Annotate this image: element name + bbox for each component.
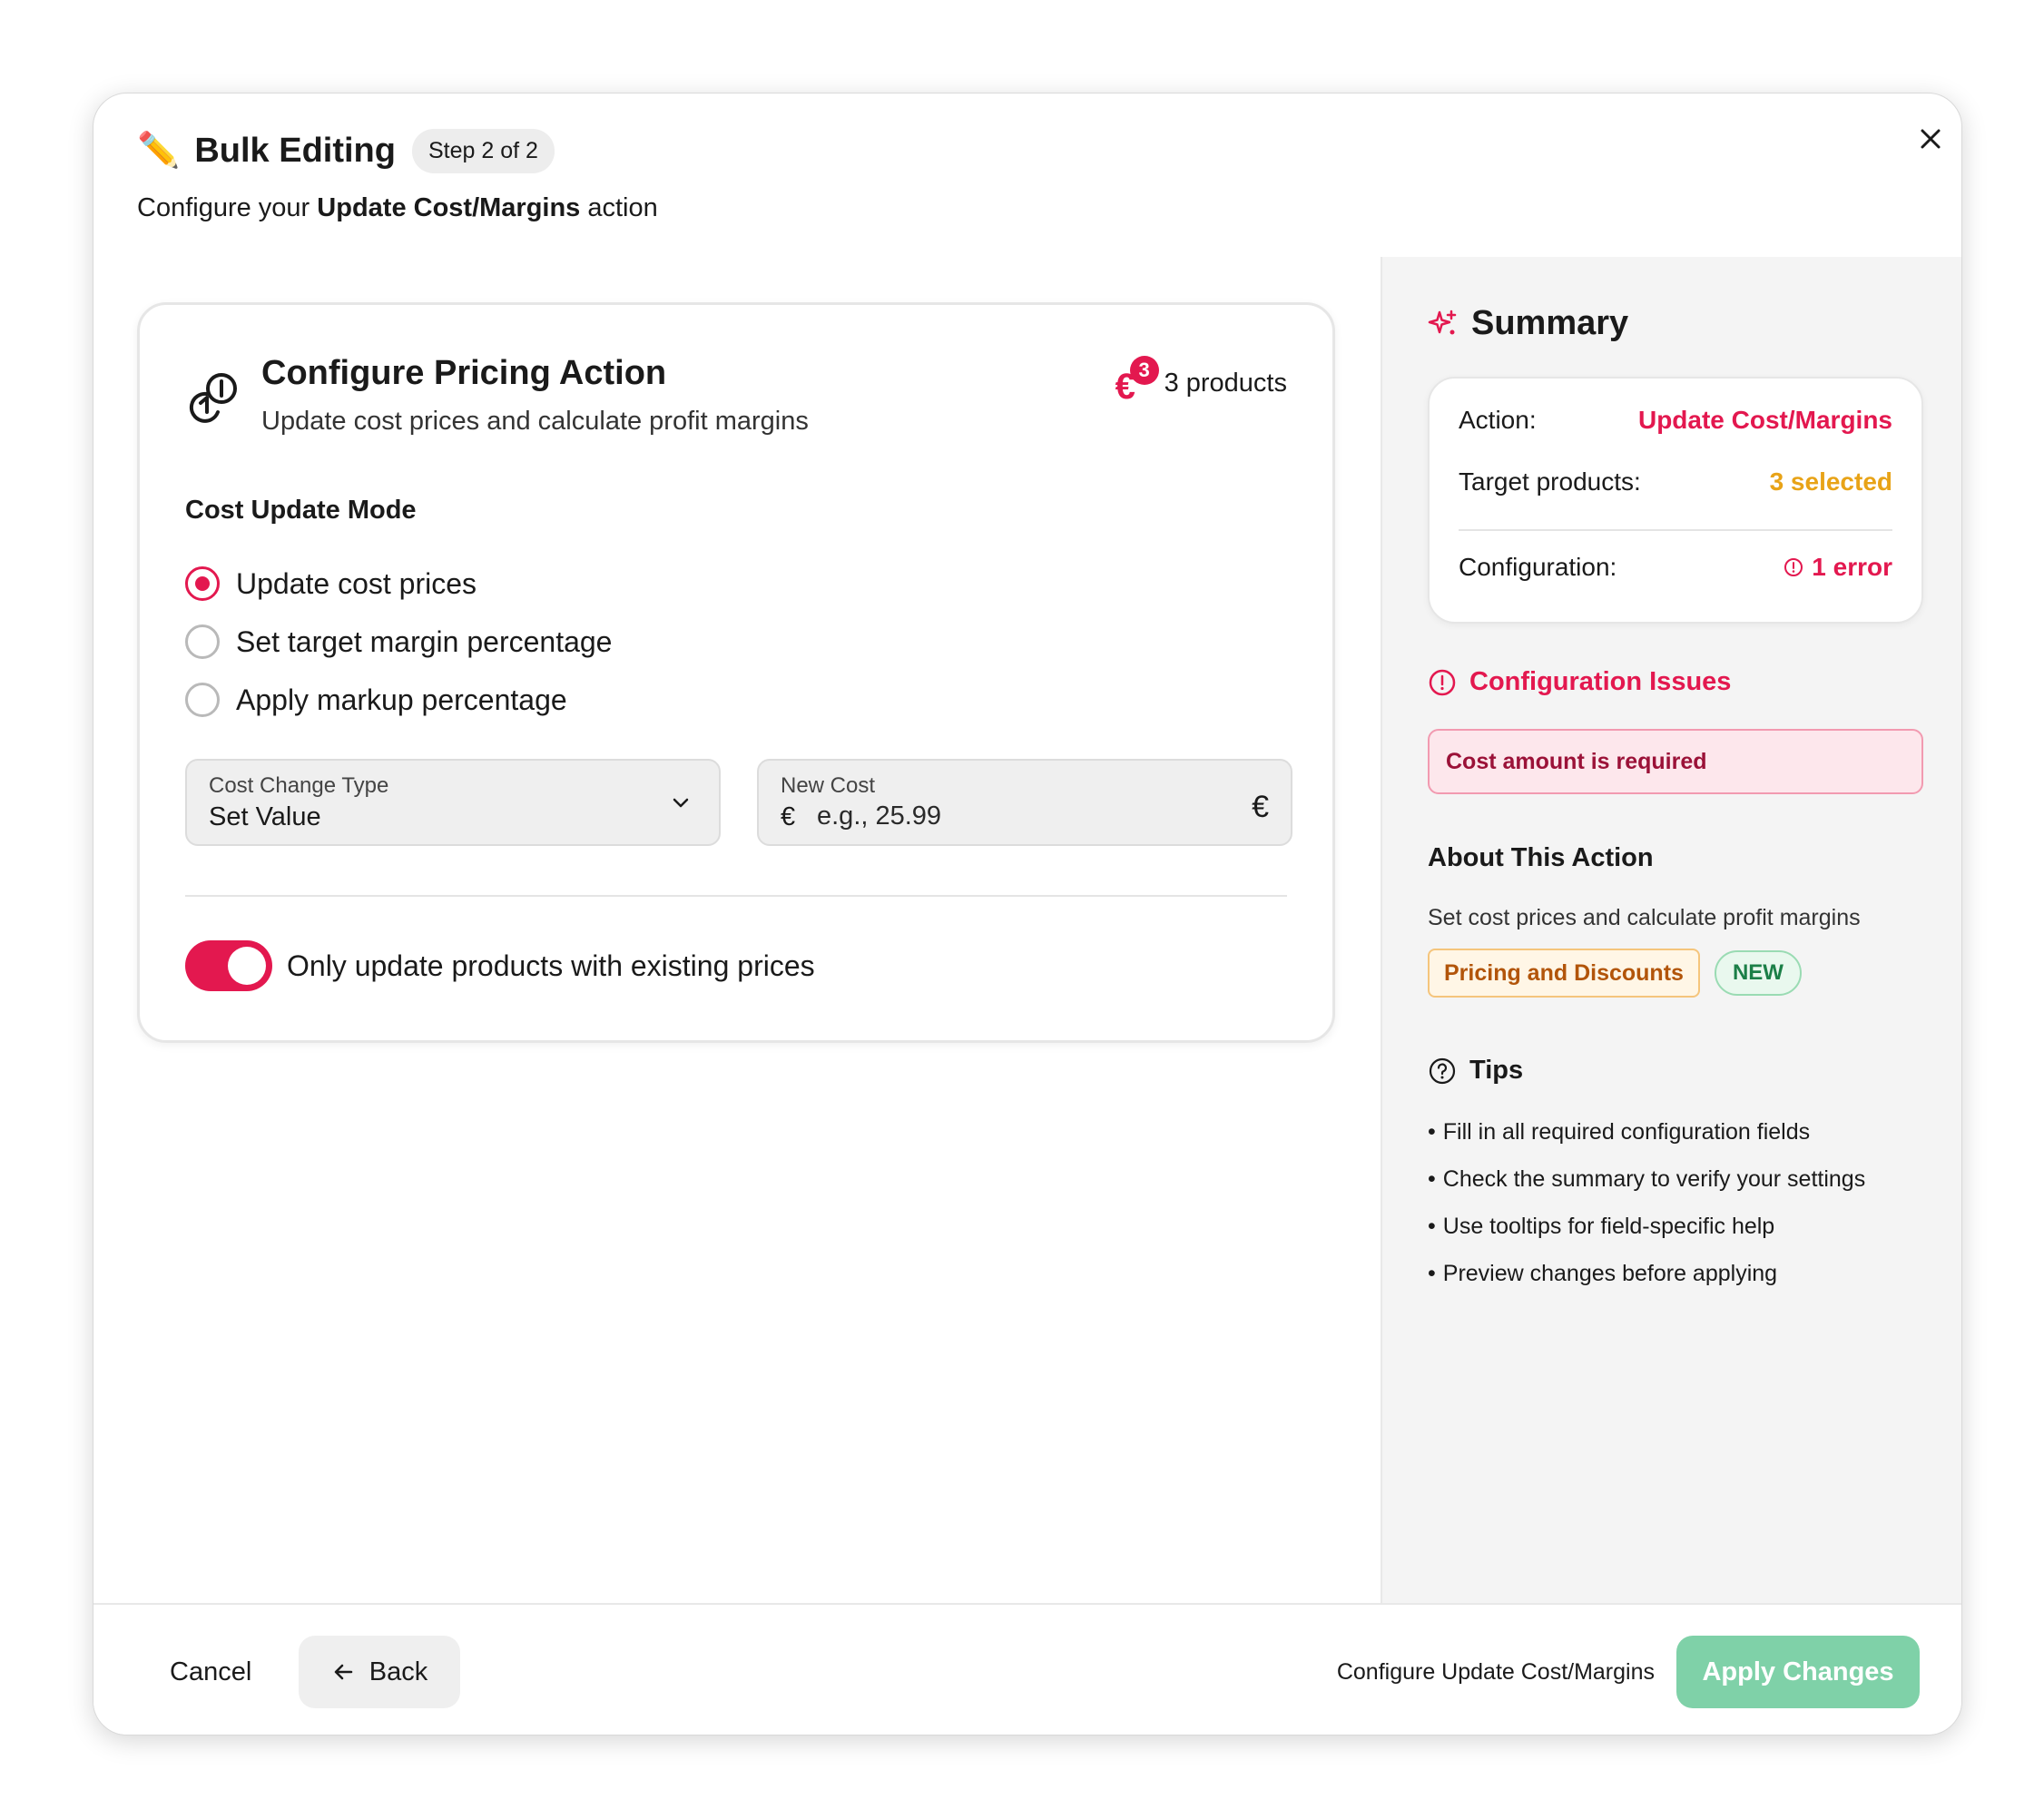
alert-circle-icon <box>1429 669 1456 695</box>
subtitle-action: Update Cost/Margins <box>317 193 581 222</box>
subtitle-suffix: action <box>580 193 658 222</box>
products-count-badge: € 3 3 products <box>1115 356 1287 407</box>
summary-config-label: Configuration: <box>1459 553 1617 581</box>
summary-header: Summary <box>1428 304 1628 343</box>
apply-changes-button[interactable]: Apply Changes <box>1676 1636 1920 1708</box>
existing-prices-toggle-row[interactable]: Only update products with existing price… <box>185 940 815 991</box>
help-circle-icon <box>1429 1057 1456 1084</box>
select-value: Set Value <box>209 802 321 831</box>
modal-title: Bulk Editing <box>194 131 396 170</box>
card-description: Update cost prices and calculate profit … <box>261 407 809 436</box>
category-tag: Pricing and Discounts <box>1428 949 1700 998</box>
radio-set-target-margin[interactable]: Set target margin percentage <box>185 624 612 659</box>
radio-button[interactable] <box>185 683 220 717</box>
arrow-left-icon <box>334 1664 352 1680</box>
about-description: Set cost prices and calculate profit mar… <box>1428 905 1861 930</box>
modal-footer: Cancel Back Configure Update Cost/Margin… <box>93 1603 1961 1735</box>
toggle-label: Only update products with existing price… <box>287 949 815 982</box>
radio-label: Apply markup percentage <box>236 683 567 716</box>
close-icon <box>1921 129 1941 149</box>
new-cost-input[interactable] <box>817 797 1216 835</box>
configuration-issues-header: Configuration Issues <box>1428 667 1731 697</box>
summary-action-row: Action: Update Cost/Margins <box>1459 406 1892 435</box>
radio-label: Set target margin percentage <box>236 624 613 658</box>
tips-list: Fill in all required configuration field… <box>1428 1108 1865 1297</box>
tip-item: Preview changes before applying <box>1428 1250 1865 1297</box>
euro-icon: € 3 <box>1115 356 1159 407</box>
action-tags: Pricing and Discounts NEW <box>1428 949 1802 998</box>
summary-card: Action: Update Cost/Margins Target produ… <box>1428 377 1923 624</box>
tips-header: Tips <box>1428 1056 1523 1086</box>
summary-target-row: Target products: 3 selected <box>1459 467 1892 497</box>
cancel-button[interactable]: Cancel <box>146 1636 275 1708</box>
radio-apply-markup[interactable]: Apply markup percentage <box>185 683 567 717</box>
summary-config-value: 1 error <box>1812 553 1892 581</box>
back-button[interactable]: Back <box>299 1636 460 1708</box>
card-title: Configure Pricing Action <box>261 354 667 392</box>
bulk-editing-modal: ✏️ Bulk Editing Step 2 of 2 Configure yo… <box>93 93 1962 1735</box>
chevron-down-icon <box>673 798 689 808</box>
coins-icon <box>189 373 237 423</box>
summary-target-value: 3 selected <box>1769 467 1892 496</box>
modal-subtitle: Configure your Update Cost/Margins actio… <box>137 193 658 223</box>
issue-message: Cost amount is required <box>1428 729 1923 794</box>
step-badge: Step 2 of 2 <box>411 128 555 173</box>
field-label: New Cost <box>781 773 876 798</box>
summary-config-row: Configuration: 1 error <box>1459 553 1892 582</box>
cost-update-mode-label: Cost Update Mode <box>185 496 417 525</box>
radio-label: Update cost prices <box>236 566 477 600</box>
summary-action-value: Update Cost/Margins <box>1637 406 1892 434</box>
footer-hint: Configure Update Cost/Margins <box>1336 1658 1655 1685</box>
summary-target-label: Target products: <box>1459 467 1641 496</box>
summary-title: Summary <box>1471 304 1629 342</box>
alert-circle-icon <box>1784 558 1803 576</box>
radio-update-cost-prices[interactable]: Update cost prices <box>185 566 477 601</box>
currency-prefix: € <box>781 802 796 831</box>
radio-button[interactable] <box>185 624 220 659</box>
products-label: 3 products <box>1164 368 1287 398</box>
euro-icon: € <box>1252 790 1269 824</box>
tip-item: Check the summary to verify your setting… <box>1428 1155 1865 1203</box>
about-title: About This Action <box>1428 843 1654 872</box>
tips-title: Tips <box>1469 1056 1524 1085</box>
tip-item: Fill in all required configuration field… <box>1428 1108 1865 1155</box>
field-label: Cost Change Type <box>209 773 389 798</box>
cost-change-type-select[interactable]: Cost Change Type Set Value <box>185 759 721 846</box>
summary-config-status: 1 error <box>1783 553 1892 582</box>
existing-prices-toggle[interactable] <box>185 940 272 991</box>
summary-panel: Summary Action: Update Cost/Margins Targ… <box>1381 257 1961 1603</box>
radio-button[interactable] <box>185 566 220 601</box>
tip-item: Use tooltips for field-specific help <box>1428 1203 1865 1250</box>
products-count-dot: 3 <box>1129 356 1159 385</box>
pencil-icon: ✏️ <box>137 132 181 170</box>
new-badge: NEW <box>1714 950 1802 996</box>
modal-header: ✏️ Bulk Editing Step 2 of 2 <box>137 126 555 175</box>
back-label: Back <box>369 1657 428 1686</box>
summary-action-label: Action: <box>1459 406 1537 434</box>
subtitle-prefix: Configure your <box>137 193 318 222</box>
sparkles-icon <box>1428 310 1457 334</box>
issues-title: Configuration Issues <box>1469 667 1732 696</box>
new-cost-field[interactable]: New Cost € € <box>757 759 1292 846</box>
card-divider <box>185 895 1287 897</box>
summary-divider <box>1459 529 1892 531</box>
close-button[interactable] <box>1909 117 1952 161</box>
configure-pricing-card: Configure Pricing Action Update cost pri… <box>137 302 1335 1043</box>
